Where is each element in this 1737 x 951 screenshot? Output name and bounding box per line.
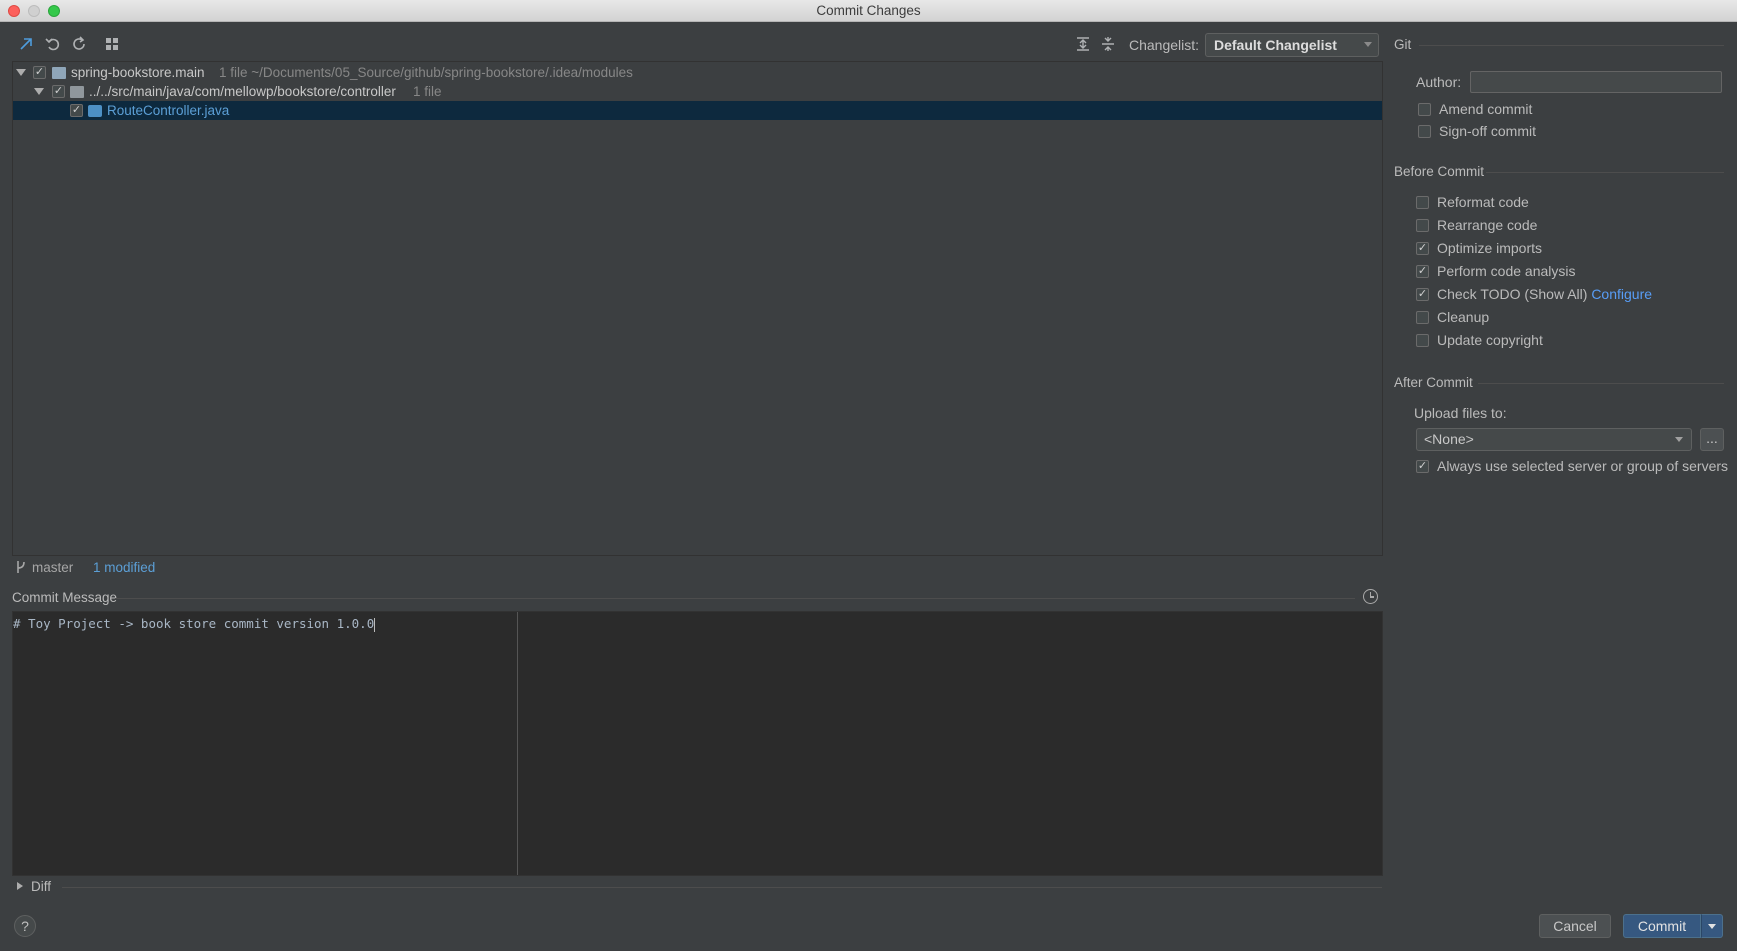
commit-message-title: Commit Message [12, 590, 118, 605]
tree-row-name: RouteController.java [107, 103, 230, 118]
browse-servers-button[interactable]: ... [1700, 428, 1724, 451]
expand-triangle-icon[interactable] [34, 88, 44, 95]
changelist-value: Default Changelist [1214, 37, 1337, 53]
check-todo-checkbox[interactable]: ✓ [1416, 287, 1429, 301]
reformat-code-checkbox[interactable] [1416, 195, 1429, 209]
collapse-all-icon[interactable] [1100, 36, 1116, 52]
commit-message-text[interactable]: # Toy Project -> book store commit versi… [13, 616, 376, 632]
signoff-commit-checkbox[interactable] [1418, 124, 1431, 138]
chevron-down-icon [1675, 437, 1683, 442]
section-divider [62, 887, 1382, 888]
tree-row-name: spring-bookstore.main [71, 65, 205, 80]
commit-button[interactable]: Commit [1623, 914, 1701, 938]
rollback-icon[interactable] [45, 36, 61, 52]
tree-row-module[interactable]: ✓ spring-bookstore.main 1 file ~/Documen… [13, 63, 1382, 82]
upload-server-select[interactable]: <None> [1416, 428, 1692, 451]
text-caret [374, 617, 376, 632]
option-label: Update copyright [1437, 332, 1543, 348]
section-divider [115, 598, 1355, 599]
expand-all-icon[interactable] [1075, 36, 1091, 52]
section-divider [1486, 172, 1724, 173]
option-label: Check TODO (Show All) [1437, 286, 1588, 302]
update-copyright-checkbox[interactable] [1416, 333, 1429, 347]
show-diff-icon[interactable] [18, 36, 34, 52]
rearrange-code-checkbox[interactable] [1416, 218, 1429, 232]
window-title: Commit Changes [816, 3, 921, 18]
tree-checkbox-file[interactable]: ✓ [70, 104, 83, 117]
diff-toggle[interactable]: Diff [31, 879, 51, 894]
changelist-select[interactable]: Default Changelist [1205, 33, 1379, 57]
history-clock-icon[interactable] [1363, 589, 1378, 604]
amend-commit-label: Amend commit [1439, 101, 1533, 117]
always-use-server-checkbox[interactable]: ✓ [1416, 459, 1429, 473]
configure-link[interactable]: Configure [1591, 286, 1652, 302]
option-label: Cleanup [1437, 309, 1490, 325]
section-divider [1419, 45, 1724, 46]
before-commit-section-title: Before Commit [1394, 164, 1485, 179]
help-button[interactable]: ? [14, 915, 36, 937]
author-input[interactable] [1470, 71, 1722, 93]
option-check-todo[interactable]: ✓ Check TODO (Show All) Configure [1416, 286, 1652, 304]
tree-checkbox-folder[interactable]: ✓ [52, 85, 65, 98]
branch-name[interactable]: master [32, 560, 73, 575]
author-label: Author: [1416, 74, 1462, 90]
option-label: Reformat code [1437, 194, 1529, 210]
tree-row-meta: 1 file ~/Documents/05_Source/github/spri… [219, 65, 633, 80]
option-label: Perform code analysis [1437, 263, 1576, 279]
folder-icon [70, 86, 84, 98]
option-label: Optimize imports [1437, 240, 1543, 256]
tree-checkbox-module[interactable]: ✓ [33, 66, 46, 79]
commit-options-dropdown[interactable] [1701, 914, 1723, 938]
option-cleanup[interactable]: Cleanup [1416, 309, 1489, 327]
java-file-icon [88, 105, 102, 117]
changes-tree[interactable]: ✓ spring-bookstore.main 1 file ~/Documen… [12, 61, 1383, 556]
option-always-use-server[interactable]: ✓ Always use selected server or group of … [1416, 458, 1728, 476]
tree-row-name: ../../src/main/java/com/mellowp/bookstor… [89, 84, 396, 99]
expand-triangle-icon[interactable] [16, 69, 26, 76]
cleanup-checkbox[interactable] [1416, 310, 1429, 324]
amend-commit-option[interactable]: Amend commit [1418, 101, 1532, 119]
title-bar: Commit Changes [0, 0, 1737, 22]
modified-count-link[interactable]: 1 modified [93, 560, 155, 575]
chevron-down-icon [1364, 42, 1372, 47]
code-analysis-checkbox[interactable]: ✓ [1416, 264, 1429, 278]
section-divider [1478, 383, 1724, 384]
optimize-imports-checkbox[interactable]: ✓ [1416, 241, 1429, 255]
cancel-button[interactable]: Cancel [1539, 914, 1611, 938]
expand-diff-icon[interactable] [17, 882, 23, 890]
upload-server-value: <None> [1424, 431, 1474, 447]
module-icon [52, 67, 66, 79]
commit-message-editor[interactable]: # Toy Project -> book store commit versi… [12, 611, 1383, 876]
git-section-title: Git [1394, 37, 1412, 52]
tree-row-meta: 1 file [413, 84, 442, 99]
option-label: Always use selected server or group of s… [1437, 458, 1729, 474]
refresh-icon[interactable] [71, 36, 87, 52]
after-commit-section-title: After Commit [1394, 375, 1473, 390]
option-rearrange-code[interactable]: Rearrange code [1416, 217, 1537, 235]
amend-commit-checkbox[interactable] [1418, 102, 1431, 116]
tree-row-file[interactable]: ✓ RouteController.java [13, 101, 1382, 120]
tree-row-folder[interactable]: ✓ ../../src/main/java/com/mellowp/bookst… [13, 82, 1382, 101]
option-update-copyright[interactable]: Update copyright [1416, 332, 1543, 350]
changelist-label: Changelist: [1129, 37, 1200, 53]
option-optimize-imports[interactable]: ✓ Optimize imports [1416, 240, 1542, 258]
signoff-commit-option[interactable]: Sign-off commit [1418, 123, 1536, 141]
option-label: Rearrange code [1437, 217, 1538, 233]
signoff-commit-label: Sign-off commit [1439, 123, 1536, 139]
upload-files-label: Upload files to: [1414, 405, 1507, 421]
group-by-icon[interactable] [104, 36, 120, 52]
option-perform-code-analysis[interactable]: ✓ Perform code analysis [1416, 263, 1576, 281]
option-reformat-code[interactable]: Reformat code [1416, 194, 1529, 212]
branch-icon [15, 560, 27, 577]
right-margin-guide [517, 612, 518, 875]
